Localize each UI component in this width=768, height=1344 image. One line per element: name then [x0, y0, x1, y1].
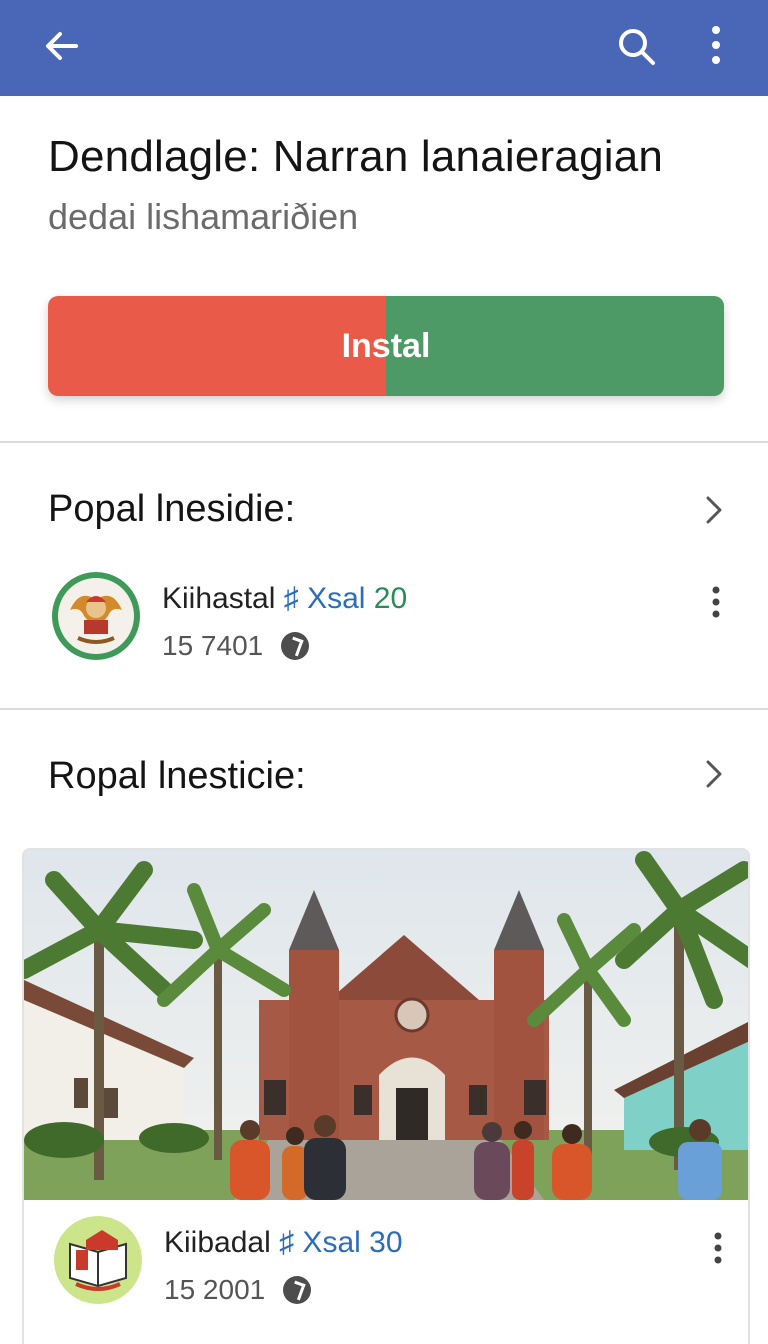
app-bar [0, 0, 768, 96]
item-meta: 15 7401 [162, 630, 310, 662]
item-tag: ♯ Xsal [283, 582, 366, 615]
chevron-right-icon[interactable] [700, 492, 728, 528]
item-meta: 15 2001 [164, 1274, 312, 1306]
item-meta-text: 15 7401 [162, 630, 264, 661]
search-icon[interactable] [614, 24, 658, 68]
chevron-right-icon[interactable] [700, 756, 728, 792]
divider [0, 441, 768, 443]
garuda-emblem-icon [50, 570, 142, 662]
item-tag: ♯ Xsal [279, 1226, 361, 1259]
item-number: 30 [369, 1226, 403, 1259]
divider [0, 708, 768, 710]
section-title-1: Popal lnesidie: [48, 488, 296, 530]
next-item-icon [54, 1336, 134, 1344]
more-vertical-icon[interactable] [700, 24, 732, 68]
section-title-2: Ropal lnesticie: [48, 755, 306, 797]
install-button-label: Instal [341, 326, 431, 365]
app-title: Dendlagle: Narran lanaieragian [48, 132, 664, 181]
install-button[interactable]: Instal [48, 296, 724, 396]
item-menu-icon[interactable] [706, 582, 726, 622]
app-subtitle: dedai lishamariðien [48, 196, 359, 237]
item-title: Kiihastal [162, 582, 276, 615]
item-name: Kiibadal ♯ Xsal 30 [164, 1226, 403, 1260]
arrow-left-icon[interactable] [40, 24, 84, 68]
featured-card[interactable]: Kiibadal ♯ Xsal 30 15 2001 [22, 848, 750, 1344]
school-book-emblem-icon [54, 1216, 142, 1304]
verified-badge-icon [283, 1276, 312, 1304]
item-title: Kiibadal [164, 1226, 271, 1259]
item-name: Kiihastal ♯ Xsal 20 [162, 582, 407, 616]
campus-photo [24, 850, 748, 1200]
item-meta-text: 15 2001 [164, 1274, 266, 1305]
verified-badge-icon [281, 632, 310, 660]
item-number: 20 [373, 582, 408, 615]
item-menu-icon[interactable] [708, 1228, 728, 1268]
